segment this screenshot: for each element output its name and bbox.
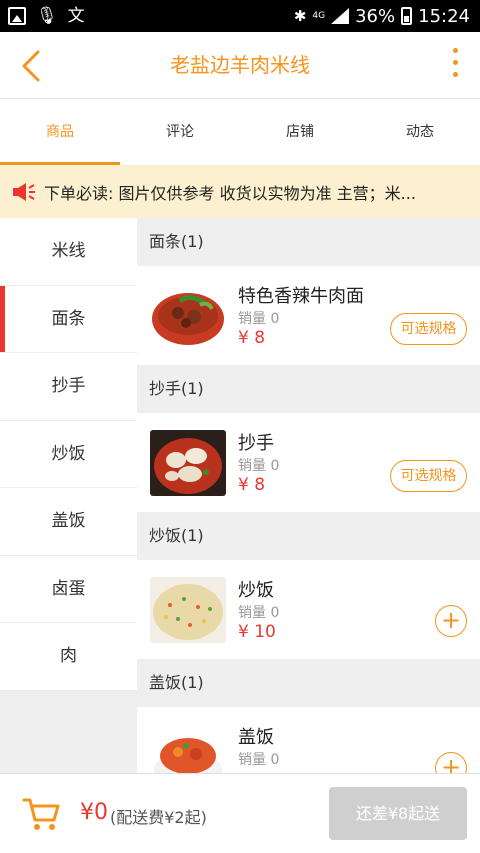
rice-bowl-photo [150, 724, 226, 773]
speaker-icon [13, 182, 35, 201]
tab-goods[interactable]: 商品 [0, 99, 120, 165]
product-sales: 销量 0 [238, 311, 280, 327]
product-sales: 销量 0 [238, 752, 280, 768]
product-name: 炒饭 [238, 580, 274, 601]
section-header: 抄手(1) [137, 365, 480, 413]
delivery-fee: (配送费¥2起) [110, 808, 207, 827]
cart-bar: ¥0 (配送费¥2起) 还差¥8起送 [0, 773, 480, 853]
app-notification-icon: 文 [67, 6, 85, 26]
back-button[interactable] [14, 46, 54, 86]
app-header: 老盐边羊肉米线 [0, 32, 480, 99]
more-dot-icon [452, 48, 458, 53]
bluetooth-icon: ✱ [293, 7, 307, 25]
tab-news[interactable]: 动态 [360, 99, 480, 165]
category-item-meat[interactable]: 肉 [0, 623, 137, 691]
chevron-left-icon [22, 50, 40, 82]
beef-noodle-photo [150, 283, 226, 349]
category-item-braised-egg[interactable]: 卤蛋 [0, 555, 137, 623]
section-header: 炒饭(1) [137, 512, 480, 560]
product-price: ¥ 8 [238, 328, 266, 348]
product-item[interactable]: 炒饭 销量 0 ¥ 10 + [137, 560, 480, 659]
clock: 15:24 [418, 5, 470, 27]
product-name: 抄手 [238, 433, 274, 454]
battery-percent: 36% [355, 5, 396, 27]
product-sales: 销量 0 [238, 605, 280, 621]
more-dot-icon [452, 72, 458, 77]
more-dot-icon [452, 60, 458, 65]
checkout-button[interactable]: 还差¥8起送 [329, 787, 467, 840]
category-item-noodles[interactable]: 面条 [0, 285, 137, 353]
category-item-rice-bowl[interactable]: 盖饭 [0, 488, 137, 556]
battery-icon [401, 7, 413, 25]
product-item[interactable]: 盖饭 销量 0 + [137, 707, 480, 773]
gallery-notification-icon [8, 7, 26, 25]
microphone-notification-icon: 🎙 [36, 6, 58, 26]
add-to-cart-button[interactable]: + [435, 605, 467, 637]
select-spec-button[interactable]: 可选规格 [390, 313, 467, 345]
product-price: ¥ 8 [238, 475, 266, 495]
add-to-cart-button[interactable]: + [435, 752, 467, 773]
select-spec-button[interactable]: 可选规格 [390, 460, 467, 492]
product-item[interactable]: 特色香辣牛肉面 销量 0 ¥ 8 可选规格 [137, 266, 480, 365]
network-type: 4G [312, 10, 326, 21]
more-options-button[interactable] [450, 48, 460, 84]
section-header: 面条(1) [137, 218, 480, 266]
cart-icon[interactable] [22, 796, 62, 832]
category-item-wonton[interactable]: 抄手 [0, 353, 137, 421]
product-price: ¥ 10 [238, 622, 276, 642]
category-item-fried-rice[interactable]: 炒饭 [0, 420, 137, 488]
tab-bar: 商品 评论 店铺 动态 [0, 99, 480, 165]
wonton-photo [150, 430, 226, 496]
category-item-rice-noodle[interactable]: 米线 [0, 218, 137, 286]
tab-store[interactable]: 店铺 [240, 99, 360, 165]
system-status: ✱ 4G 36% 15:24 [294, 4, 470, 28]
product-name: 盖饭 [238, 727, 274, 748]
tab-reviews[interactable]: 评论 [120, 99, 240, 165]
cart-total: ¥0 [80, 800, 108, 825]
section-header: 盖饭(1) [137, 659, 480, 707]
status-bar: 🎙 文 ✱ 4G 36% 15:24 [0, 0, 480, 32]
product-list[interactable]: 面条(1) 特色香辣牛肉面 销量 0 ¥ 8 可选规格 抄手(1) 抄手 销量 [137, 218, 480, 773]
notification-icons: 🎙 文 [8, 4, 85, 28]
category-sidebar: 米线 面条 抄手 炒饭 盖饭 卤蛋 肉 [0, 218, 137, 773]
product-name: 特色香辣牛肉面 [238, 286, 364, 307]
product-item[interactable]: 抄手 销量 0 ¥ 8 可选规格 [137, 413, 480, 512]
fried-rice-photo [150, 577, 226, 643]
signal-icon [331, 8, 350, 24]
notice-banner[interactable]: 下单必读: 图片仅供参考 收货以实物为准 主营；米... [0, 165, 480, 218]
notice-text: 下单必读: 图片仅供参考 收货以实物为准 主营；米... [44, 183, 416, 203]
product-sales: 销量 0 [238, 458, 280, 474]
page-title: 老盐边羊肉米线 [170, 53, 310, 77]
